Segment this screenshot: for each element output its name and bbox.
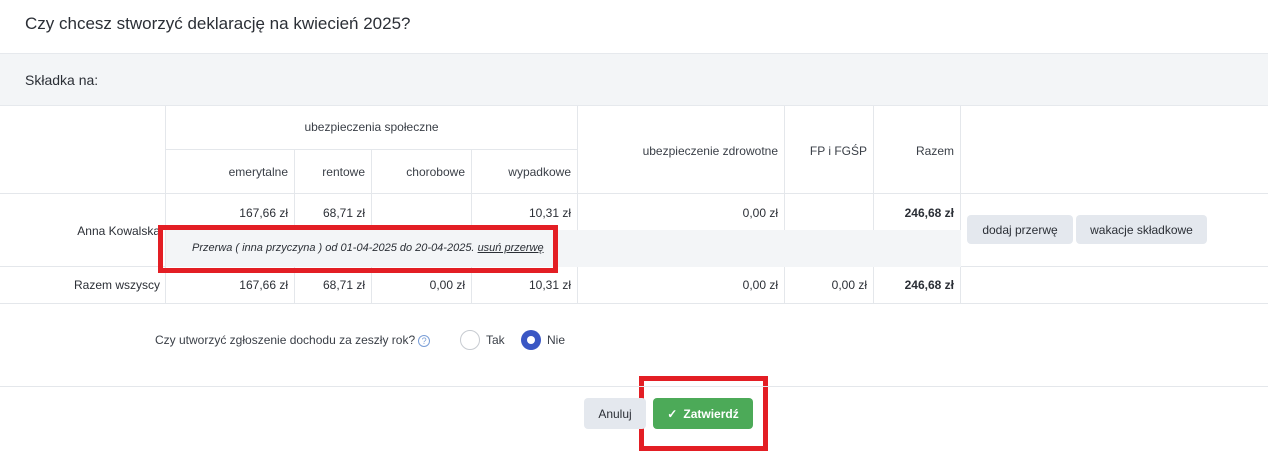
vacation-button[interactable]: wakacje składkowe — [1076, 215, 1207, 244]
radio-tak-label[interactable]: Tak — [486, 333, 505, 347]
contributions-table: ubezpieczenia społeczne emerytalne rento… — [0, 106, 1268, 304]
highlight-break-box — [158, 225, 558, 273]
person-razem: 246,68 zł — [904, 206, 954, 220]
header-chorobowe: chorobowe — [406, 165, 465, 179]
total-wypadkowe: 10,31 zł — [528, 278, 571, 292]
header-rentowe: rentowe — [322, 165, 365, 179]
column-divider — [784, 106, 785, 230]
total-emerytalne: 167,66 zł — [239, 278, 288, 292]
header-fp: FP i FGŚP — [809, 144, 867, 158]
dialog-title: Czy chcesz stworzyć deklarację na kwieci… — [25, 14, 411, 33]
radio-nie-label[interactable]: Nie — [547, 333, 565, 347]
person-rentowe: 68,71 zł — [322, 206, 365, 220]
total-name: Razem wszyscy — [73, 278, 160, 292]
total-fp: 0,00 zł — [831, 278, 867, 292]
section-bar: Składka na: — [0, 53, 1268, 106]
check-icon: ✓ — [667, 406, 678, 421]
section-label: Składka na: — [25, 72, 99, 88]
footer-divider — [0, 386, 1268, 387]
person-wypadkowe: 10,31 zł — [528, 206, 571, 220]
income-question-label: Czy utworzyć zgłoszenie dochodu za zeszł… — [155, 333, 416, 347]
confirm-label: Zatwierdź — [683, 406, 739, 421]
radio-tak[interactable] — [460, 330, 480, 350]
total-chorobowe: 0,00 zł — [429, 278, 465, 292]
add-break-button[interactable]: dodaj przerwę — [967, 215, 1073, 244]
person-name: Anna Kowalska — [77, 224, 160, 238]
total-rentowe: 68,71 zł — [322, 278, 365, 292]
radio-nie[interactable] — [521, 330, 541, 350]
person-zdrowotne: 0,00 zł — [742, 206, 778, 220]
header-wypadkowe: wypadkowe — [508, 165, 571, 179]
header-emerytalne: emerytalne — [228, 165, 288, 179]
header-bottom-divider — [0, 193, 1268, 194]
header-social-insurance: ubezpieczenia społeczne — [304, 120, 439, 134]
question-circle-icon[interactable]: ? — [418, 334, 431, 347]
person-emerytalne: 167,66 zł — [239, 206, 288, 220]
income-question: Czy utworzyć zgłoszenie dochodu za zeszł… — [155, 333, 431, 347]
column-divider — [165, 106, 166, 304]
column-divider — [371, 149, 372, 230]
confirm-button[interactable]: ✓ Zatwierdź — [653, 398, 753, 429]
total-zdrowotne: 0,00 zł — [742, 278, 778, 292]
header-razem: Razem — [915, 144, 954, 158]
column-divider — [960, 106, 961, 304]
row-divider — [0, 303, 1268, 304]
total-razem: 246,68 zł — [904, 278, 954, 292]
cancel-button[interactable]: Anuluj — [584, 398, 646, 429]
header-zdrowotne: ubezpieczenie zdrowotne — [642, 144, 778, 158]
